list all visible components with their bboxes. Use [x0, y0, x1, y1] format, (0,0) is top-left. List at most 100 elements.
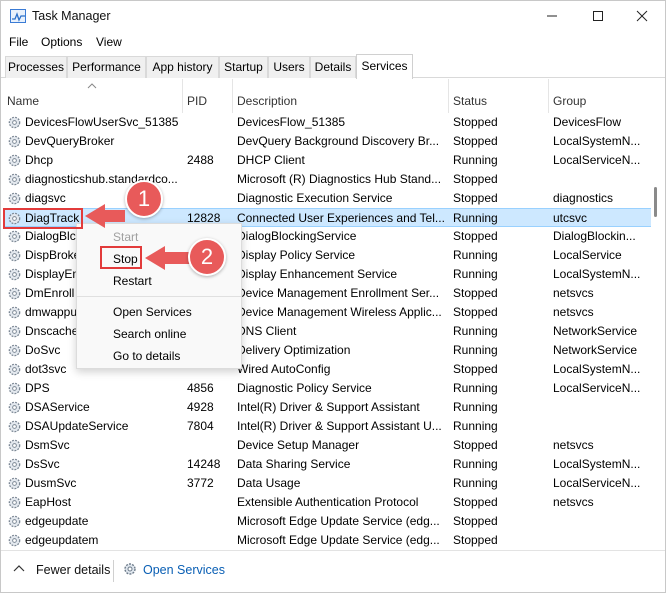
table-row[interactable]: edgeupdate Microsoft Edge Update Service … — [3, 512, 651, 531]
column-header-group[interactable]: Group — [549, 79, 651, 113]
service-gear-icon — [8, 344, 21, 357]
service-description: Microsoft Edge Update Service (edg... — [237, 533, 440, 547]
service-pid: 3772 — [187, 476, 214, 490]
stop-highlight — [100, 246, 142, 269]
service-description: DNS Client — [237, 324, 297, 338]
scrollbar-thumb[interactable] — [654, 187, 657, 217]
service-status: Running — [453, 153, 498, 167]
table-row[interactable]: diagsvc Diagnostic Execution Service Stopp… — [3, 189, 651, 208]
table-row[interactable]: EapHost Extensible Authentication Protoco… — [3, 493, 651, 512]
service-description: DevicesFlow_51385 — [237, 115, 346, 129]
service-group: LocalSystemN... — [553, 134, 641, 148]
service-gear-icon — [8, 173, 21, 186]
table-row[interactable]: DsmSvc Device Setup Manager Stopped netsvcs — [3, 436, 651, 455]
service-status: Stopped — [453, 229, 498, 243]
tab-processes[interactable]: Processes — [5, 56, 67, 78]
service-group: netsvcs — [553, 438, 594, 452]
open-services-link[interactable]: Open Services — [143, 563, 225, 577]
service-pid: 2488 — [187, 153, 214, 167]
table-row[interactable]: diagnosticshub.standardco... Microsoft (R… — [3, 170, 651, 189]
context-menu-go-to-details[interactable]: Go to details — [113, 349, 180, 363]
table-row[interactable]: DPS 4856 Diagnostic Policy Service Running L… — [3, 379, 651, 398]
task-manager-icon — [10, 9, 26, 23]
context-menu-open-services[interactable]: Open Services — [113, 305, 192, 319]
sort-ascending-icon — [87, 83, 97, 89]
table-row[interactable]: DevicesFlowUserSvc_51385 DevicesFlow_5138… — [3, 113, 651, 132]
tab-app-history[interactable]: App history — [146, 56, 219, 78]
service-pid: 4928 — [187, 400, 214, 414]
services-gear-icon[interactable] — [122, 561, 138, 577]
service-status: Running — [453, 211, 498, 225]
service-description: Display Policy Service — [237, 248, 356, 262]
service-name: DPS — [25, 381, 50, 395]
service-description: Device Setup Manager — [237, 438, 360, 452]
service-name: edgeupdate — [25, 514, 89, 528]
table-row[interactable]: DSAService 4928 Intel(R) Driver & Support … — [3, 398, 651, 417]
service-group: LocalServiceN... — [553, 476, 641, 490]
tab-startup[interactable]: Startup — [219, 56, 268, 78]
service-gear-icon — [8, 192, 21, 205]
service-gear-icon — [8, 154, 21, 167]
service-gear-icon — [8, 363, 21, 376]
column-header-name-label: Name — [7, 94, 40, 108]
service-description: DHCP Client — [237, 153, 305, 167]
table-row[interactable]: Dhcp 2488 DHCP Client Running LocalServiceN.… — [3, 151, 651, 170]
tab-services[interactable]: Services — [356, 54, 413, 79]
service-description: Device Management Wireless Applic... — [237, 305, 442, 319]
table-row[interactable]: edgeupdatem Microsoft Edge Update Service… — [3, 531, 651, 548]
column-header-name[interactable]: Name — [3, 79, 183, 113]
service-status: Running — [453, 248, 498, 262]
service-name: DSAUpdateService — [25, 419, 129, 433]
column-header-status[interactable]: Status — [449, 79, 549, 113]
minimize-icon[interactable] — [541, 5, 563, 27]
vertical-scrollbar[interactable] — [652, 111, 659, 545]
service-description: Diagnostic Policy Service — [237, 381, 372, 395]
menu-options[interactable]: Options — [41, 35, 82, 49]
footer-divider — [113, 560, 114, 582]
tab-performance[interactable]: Performance — [67, 56, 146, 78]
task-manager-window: Task Manager File Options View Processes… — [0, 0, 666, 593]
service-description: Wired AutoConfig — [237, 362, 331, 376]
footer-bar: Fewer details Open Services — [1, 550, 665, 592]
chevron-up-icon[interactable] — [13, 564, 25, 572]
service-description: Intel(R) Driver & Support Assistant U... — [237, 419, 442, 433]
context-menu-search-online[interactable]: Search online — [113, 327, 186, 341]
service-gear-icon — [8, 496, 21, 509]
service-group: DialogBlockin... — [553, 229, 636, 243]
service-gear-icon — [8, 230, 21, 243]
service-status: Running — [453, 381, 498, 395]
service-gear-icon — [8, 306, 21, 319]
service-status: Running — [453, 343, 498, 357]
service-gear-icon — [8, 268, 21, 281]
service-gear-icon — [8, 534, 21, 547]
service-description: Data Sharing Service — [237, 457, 351, 471]
fewer-details-link[interactable]: Fewer details — [36, 563, 110, 577]
service-description: Data Usage — [237, 476, 301, 490]
table-row[interactable]: DevQueryBroker DevQuery Background Discov… — [3, 132, 651, 151]
service-group: LocalSystemN... — [553, 457, 641, 471]
close-icon[interactable] — [631, 5, 653, 27]
service-name: Dhcp — [25, 153, 54, 167]
service-status: Stopped — [453, 134, 498, 148]
column-header-status-label: Status — [453, 94, 488, 108]
callout-badge-1: 1 — [125, 180, 163, 218]
service-pid: 14248 — [187, 457, 221, 471]
column-header-pid[interactable]: PID — [183, 79, 233, 113]
tab-users[interactable]: Users — [268, 56, 310, 78]
context-menu-restart[interactable]: Restart — [113, 274, 152, 288]
service-name: EapHost — [25, 495, 72, 509]
table-row[interactable]: DusmSvc 3772 Data Usage Running LocalService… — [3, 474, 651, 493]
table-row[interactable]: DsSvc 14248 Data Sharing Service Running Loc… — [3, 455, 651, 474]
menu-file[interactable]: File — [9, 35, 28, 49]
table-row[interactable]: DSAUpdateService 7804 Intel(R) Driver & Su… — [3, 417, 651, 436]
service-status: Stopped — [453, 191, 498, 205]
service-group: NetworkService — [553, 324, 638, 338]
column-header-description[interactable]: Description — [233, 79, 449, 113]
maximize-icon[interactable] — [587, 5, 609, 27]
service-group: DevicesFlow — [553, 115, 622, 129]
service-name: DSAService — [25, 400, 90, 414]
menu-view[interactable]: View — [96, 35, 122, 49]
title-bar[interactable]: Task Manager — [1, 1, 665, 32]
tab-details[interactable]: Details — [310, 56, 356, 78]
service-status: Running — [453, 400, 498, 414]
